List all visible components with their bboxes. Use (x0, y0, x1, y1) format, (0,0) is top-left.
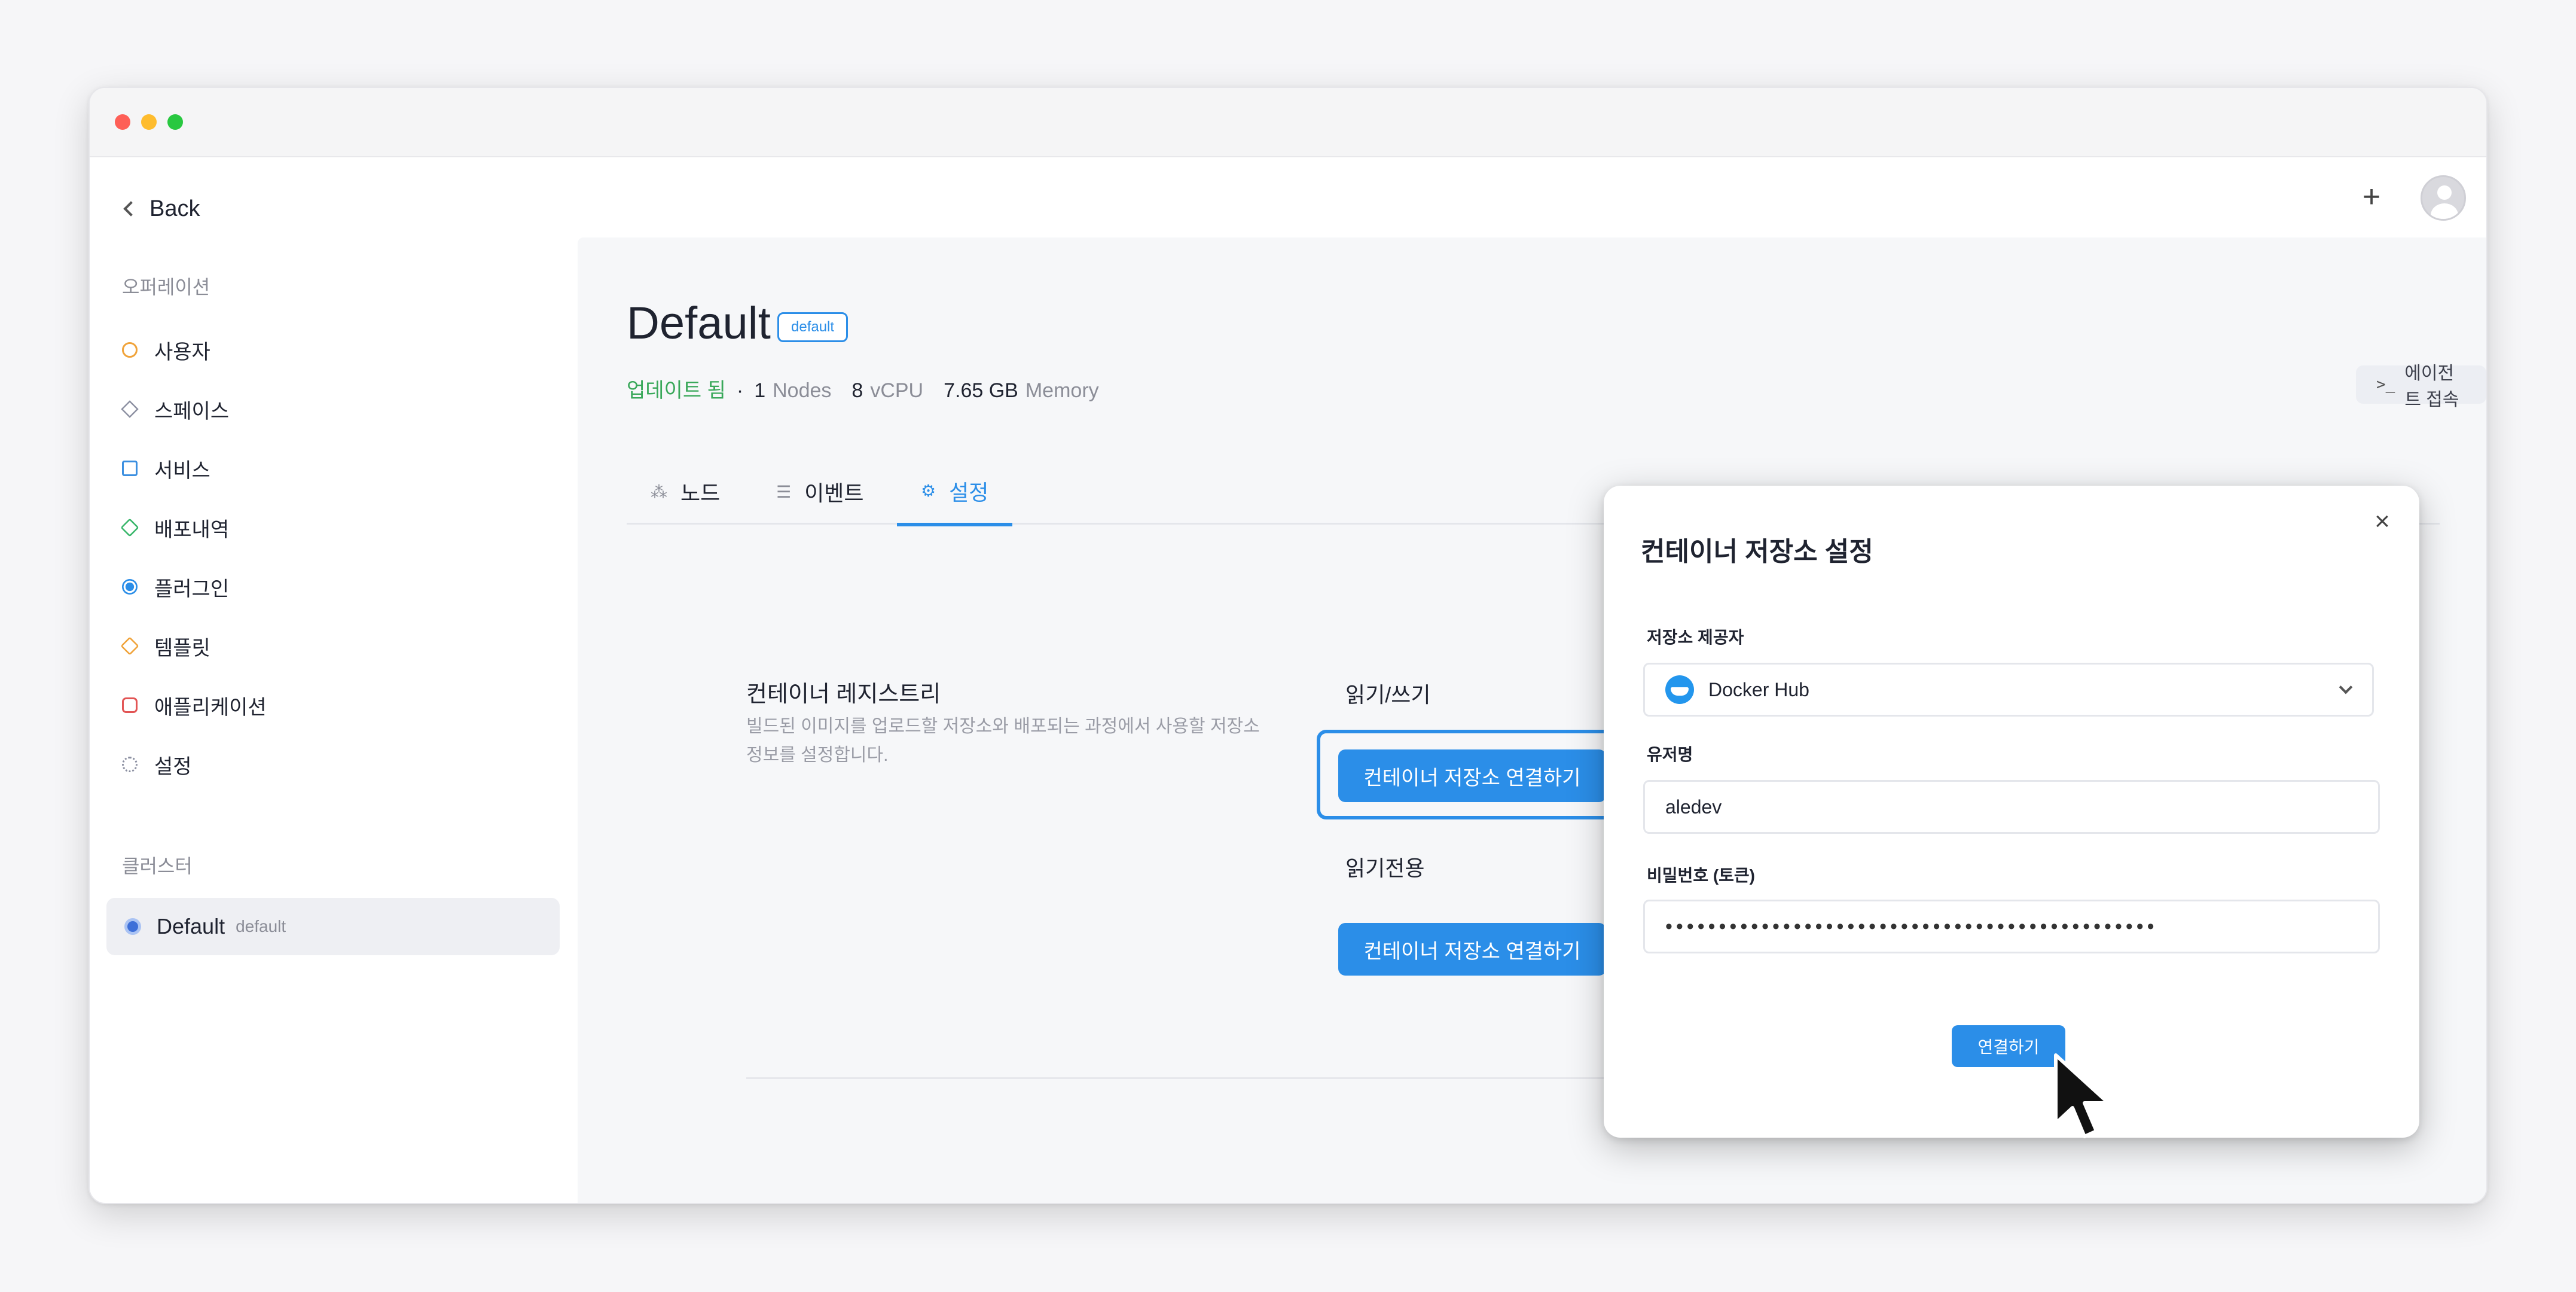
sidebar-item-label: 템플릿 (154, 636, 210, 660)
connect-button[interactable]: 연결하기 (1952, 1025, 2065, 1067)
docker-icon (1665, 675, 1694, 704)
provider-label: 저장소 제공자 (1647, 628, 1744, 647)
tab-label: 노드 (680, 481, 721, 505)
back-label: Back (149, 196, 200, 221)
back-button[interactable]: Back (121, 192, 200, 226)
package-icon (120, 518, 139, 537)
sidebar-item-settings[interactable]: 설정 (122, 749, 192, 780)
user-avatar-icon[interactable] (2421, 175, 2466, 221)
minimize-window-button[interactable] (141, 114, 157, 130)
page-title: Default (627, 298, 771, 349)
sidebar-item-templates[interactable]: 템플릿 (120, 630, 210, 662)
registry-section-desc: 빌드된 이미지를 업로드할 저장소와 배포되는 과정에서 사용할 저장소 정보를… (746, 717, 1260, 765)
cluster-tag: default (236, 917, 286, 936)
cluster-name: Default (157, 914, 225, 938)
sidebar-item-label: 플러그인 (154, 577, 230, 601)
sidebar-item-plugins[interactable]: 플러그인 (122, 571, 229, 602)
vcpu-value: 8 (851, 379, 863, 402)
username-field[interactable]: aledev (1643, 780, 2380, 834)
sidebar-section-cluster: 클러스터 (122, 855, 193, 877)
chevron-down-icon (2339, 680, 2353, 694)
sidebar-item-applications[interactable]: 애플리케이션 (122, 690, 267, 721)
readwrite-connect-button[interactable]: 컨테이너 저장소 연결하기 (1338, 749, 1606, 802)
tab-events[interactable]: ☰ 이벤트 (752, 459, 887, 525)
vcpu-label: vCPU (870, 379, 924, 402)
kubernetes-icon (124, 918, 141, 935)
close-window-button[interactable] (115, 114, 130, 130)
registry-section-title: 컨테이너 레지스트리 (746, 682, 941, 707)
maximize-window-button[interactable] (167, 114, 183, 130)
readwrite-label: 읽기/쓰기 (1345, 682, 1431, 707)
tab-nodes[interactable]: ⁂ 노드 (627, 459, 744, 525)
mouse-cursor-icon (2054, 1053, 2110, 1138)
status-text: 업데이트 됨 (627, 379, 726, 402)
tab-settings[interactable]: ⚙ 설정 (897, 459, 1013, 526)
list-icon: ☰ (776, 482, 792, 501)
close-icon[interactable]: × (2368, 507, 2397, 536)
memory-value: 7.65 GB (944, 379, 1018, 402)
sidebar-item-users[interactable]: 사용자 (122, 334, 210, 365)
nodes-icon: ⁂ (651, 482, 667, 501)
box-icon (120, 636, 139, 656)
users-icon (122, 342, 138, 358)
title-bar (90, 88, 2486, 157)
username-value: aledev (1665, 796, 1722, 818)
password-label: 비밀번호 (토큰) (1647, 866, 1755, 885)
plugin-icon (122, 579, 138, 595)
app-icon (122, 697, 138, 713)
sidebar-item-label: 스페이스 (154, 400, 230, 423)
add-button[interactable]: + (2354, 179, 2389, 215)
tab-label: 이벤트 (804, 481, 864, 505)
nodes-label: Nodes (773, 379, 832, 402)
sidebar-item-cluster-default[interactable]: Default default (106, 898, 560, 955)
sidebar-item-services[interactable]: 서비스 (122, 453, 210, 484)
separator: · (736, 379, 744, 402)
sidebar-item-label: 배포내역 (154, 518, 230, 541)
sidebar-item-label: 애플리케이션 (154, 696, 267, 719)
layers-icon (121, 400, 139, 418)
agent-connect-label: 에이전트 접속 (2404, 364, 2459, 410)
password-value: ••••••••••••••••••••••••••••••••••••••••… (1665, 915, 2158, 938)
readonly-connect-button[interactable]: 컨테이너 저장소 연결하기 (1338, 923, 1606, 976)
window-icon (122, 461, 138, 476)
registry-settings-modal: × 컨테이너 저장소 설정 저장소 제공자 Docker Hub 유저명 ale… (1604, 486, 2419, 1138)
password-field[interactable]: ••••••••••••••••••••••••••••••••••••••••… (1643, 900, 2380, 953)
default-badge: default (777, 312, 849, 342)
terminal-icon: >_ (2376, 376, 2395, 394)
nodes-value: 1 (754, 379, 766, 402)
agent-connect-button[interactable]: >_ 에이전트 접속 (2356, 364, 2486, 410)
sidebar-item-spaces[interactable]: 스페이스 (121, 394, 230, 425)
readonly-label: 읽기전용 (1345, 856, 1425, 880)
tab-label: 설정 (949, 480, 989, 505)
sidebar-item-label: 서비스 (154, 459, 210, 482)
modal-title: 컨테이너 저장소 설정 (1641, 537, 1873, 566)
sidebar-item-deployments[interactable]: 배포내역 (120, 512, 230, 543)
provider-select[interactable]: Docker Hub (1643, 663, 2374, 717)
provider-value: Docker Hub (1708, 678, 1809, 700)
username-label: 유저명 (1647, 745, 1693, 764)
sidebar-item-label: 사용자 (154, 340, 210, 364)
gear-icon: ⚙ (921, 482, 936, 500)
memory-label: Memory (1025, 379, 1099, 402)
sidebar-section-operation: 오퍼레이션 (122, 276, 210, 298)
chevron-left-icon (123, 201, 139, 217)
cluster-stats: 업데이트 됨 · 1 Nodes 8 vCPU 7.65 GB Memory (627, 374, 1099, 403)
gear-icon (122, 757, 138, 772)
sidebar-item-label: 설정 (154, 755, 192, 778)
